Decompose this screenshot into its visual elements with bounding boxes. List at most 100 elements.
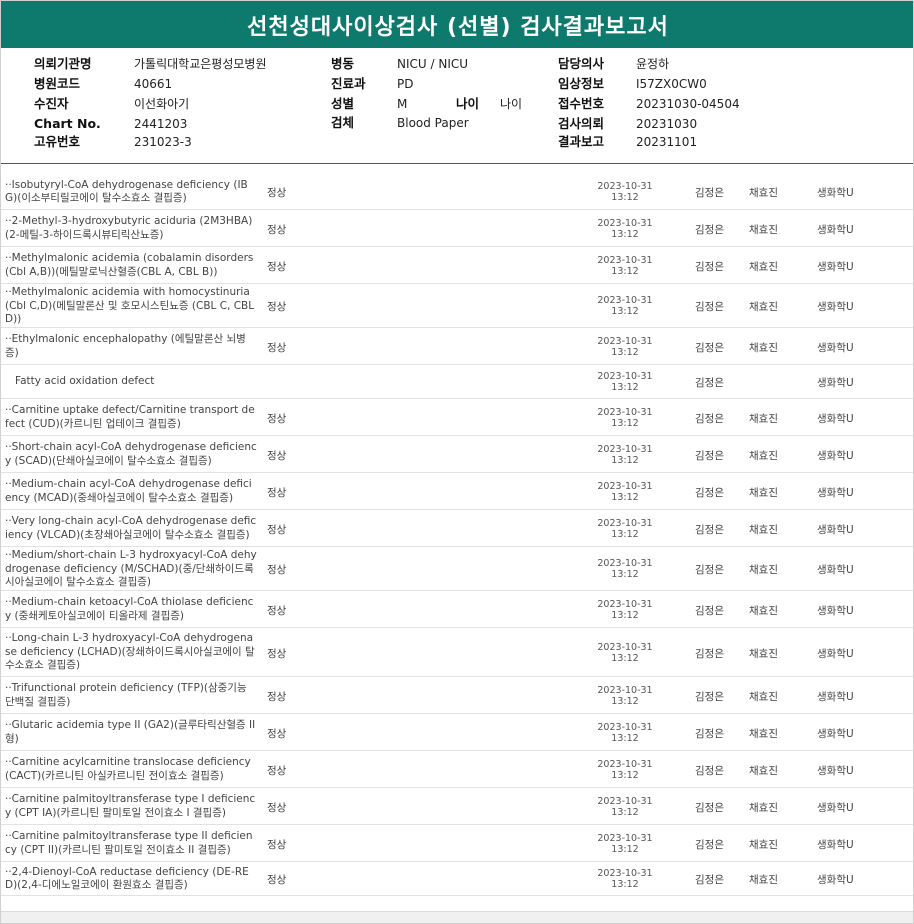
result-value: 정상 (267, 727, 287, 740)
test-name: ··Medium/short-chain L-3 hydroxyacyl-CoA… (5, 549, 257, 588)
test-name: ··Short-chain acyl-CoA dehydrogenase def… (5, 441, 257, 467)
report-datetime: 2023-10-31 13:12 (577, 722, 673, 744)
department: 생화학U (817, 486, 854, 499)
result-value: 정상 (267, 647, 287, 660)
report-time: 13:12 (611, 695, 639, 707)
report-time: 13:12 (611, 569, 639, 580)
table-row: ··Medium-chain ketoacyl-CoA thiolase def… (1, 591, 913, 628)
test-name: ··Medium-chain acyl-CoA dehydrogenase de… (5, 478, 252, 504)
table-row: ··Methylmalonic acidemia with homocystin… (1, 284, 913, 328)
report-date: 2023-10-31 (597, 868, 653, 879)
report-time: 13:12 (611, 454, 639, 466)
report-time: 13:12 (611, 652, 639, 664)
tester-name: 김정은 (695, 838, 724, 851)
info-label: 담당의사 (558, 56, 605, 71)
reviewer-name: 채효진 (749, 187, 778, 199)
patient-info-panel: 의뢰기관명 가톨릭대학교은평성모병원 병원코드 40661 수진자 이선화아기 … (1, 48, 913, 164)
reviewer-name: 채효진 (749, 564, 778, 576)
reviewer-name: 채효진 (749, 341, 778, 354)
test-name: ··Carnitine palmitoyltransferase type II… (5, 830, 253, 856)
report-time: 13:12 (611, 528, 639, 540)
department: 생화학U (817, 187, 854, 199)
report-time: 13:12 (611, 306, 639, 317)
report-datetime: 2023-10-31 13:12 (577, 599, 673, 621)
result-value: 정상 (267, 223, 287, 236)
reviewer-name: 채효진 (749, 260, 778, 273)
reviewer-name: 채효진 (749, 412, 778, 425)
info-label: 진료과 (331, 76, 366, 91)
test-name: ··Methylmalonic acidemia with homocystin… (5, 286, 255, 325)
report-time: 13:12 (611, 265, 639, 277)
result-value: 정상 (267, 486, 287, 499)
table-row: ··Methylmalonic acidemia (cobalamin diso… (1, 247, 913, 284)
reviewer-name: 채효진 (749, 523, 778, 536)
report-datetime: 2023-10-31 13:12 (577, 796, 673, 818)
tester-name: 김정은 (695, 604, 724, 617)
table-row: ··Glutaric acidemia type II (GA2)(글루타릭산혈… (1, 714, 913, 751)
report-date: 2023-10-31 (597, 406, 653, 418)
report-date: 2023-10-31 (597, 295, 653, 306)
info-value: 이선화아기 (134, 97, 190, 111)
result-value: 정상 (267, 604, 287, 617)
result-value: 정상 (267, 764, 287, 777)
table-row: ··Isobutyryl-CoA dehydrogenase deficienc… (1, 174, 913, 210)
report-datetime: 2023-10-31 13:12 (577, 642, 673, 664)
info-label: Chart No. (34, 116, 101, 131)
tester-name: 김정은 (695, 523, 724, 536)
reviewer-name: 채효진 (749, 838, 778, 851)
info-value: 20231030 (636, 117, 698, 131)
report-datetime: 2023-10-31 13:12 (577, 759, 673, 781)
result-value: 정상 (267, 187, 287, 199)
tester-name: 김정은 (695, 412, 724, 425)
department: 생화학U (817, 801, 854, 814)
report-time: 13:12 (611, 192, 639, 203)
test-name: ··Long-chain L-3 hydroxyacyl-CoA dehydro… (5, 632, 255, 672)
report-date: 2023-10-31 (597, 795, 653, 807)
report-date: 2023-10-31 (597, 684, 653, 696)
report-datetime: 2023-10-31 13:12 (577, 255, 673, 277)
table-row: Fatty acid oxidation defect 2023-10-31 13:… (1, 365, 913, 399)
report-datetime: 2023-10-31 13:12 (577, 371, 673, 393)
report-datetime: 2023-10-31 13:12 (577, 181, 673, 203)
age-value: 나이 (500, 97, 523, 111)
report-time: 13:12 (611, 382, 639, 393)
table-row: ··Long-chain L-3 hydroxyacyl-CoA dehydro… (1, 628, 913, 677)
reviewer-name: 채효진 (749, 801, 778, 814)
report-datetime: 2023-10-31 13:12 (577, 444, 673, 466)
tester-name: 김정은 (695, 341, 724, 354)
table-row: ··Very long-chain acyl-CoA dehydrogenase… (1, 510, 913, 547)
report-datetime: 2023-10-31 13:12 (577, 518, 673, 540)
report-time: 13:12 (611, 879, 639, 890)
department: 생화학U (817, 523, 854, 536)
report-time: 13:12 (611, 228, 639, 240)
reviewer-name: 채효진 (749, 727, 778, 740)
tester-name: 김정은 (695, 801, 724, 814)
table-row: ··Medium/short-chain L-3 hydroxyacyl-CoA… (1, 547, 913, 591)
info-value: 2441203 (134, 117, 188, 131)
test-name: ··Glutaric acidemia type II (GA2)(글루타릭산혈… (5, 719, 256, 745)
tester-name: 김정은 (695, 486, 724, 499)
reviewer-name: 채효진 (749, 764, 778, 777)
department: 생화학U (817, 377, 854, 389)
test-name: ··Ethylmalonic encephalopathy (에틸말론산 뇌병증… (5, 333, 246, 359)
table-row: ··Carnitine uptake defect/Carnitine tran… (1, 399, 913, 436)
department: 생화학U (817, 874, 854, 886)
reviewer-name: 채효진 (749, 486, 778, 499)
tester-name: 김정은 (695, 187, 724, 199)
age-label: 나이 (456, 96, 480, 111)
table-row: ··2-Methyl-3-hydroxybutyric aciduria (2M… (1, 210, 913, 247)
report-datetime: 2023-10-31 13:12 (577, 336, 673, 358)
department: 생화학U (817, 341, 854, 354)
tester-name: 김정은 (695, 377, 724, 389)
result-value: 정상 (267, 690, 287, 703)
department: 생화학U (817, 604, 854, 617)
report-date: 2023-10-31 (597, 443, 653, 455)
department: 생화학U (817, 260, 854, 273)
test-name: ··Methylmalonic acidemia (cobalamin diso… (5, 252, 254, 278)
table-row: ··Carnitine palmitoyltransferase type I … (1, 788, 913, 825)
result-value: 정상 (267, 838, 287, 851)
info-label: 성별 (331, 96, 355, 111)
test-name: ··Very long-chain acyl-CoA dehydrogenase… (5, 515, 257, 541)
table-row: ··Medium-chain acyl-CoA dehydrogenase de… (1, 473, 913, 510)
report-time: 13:12 (611, 769, 639, 781)
